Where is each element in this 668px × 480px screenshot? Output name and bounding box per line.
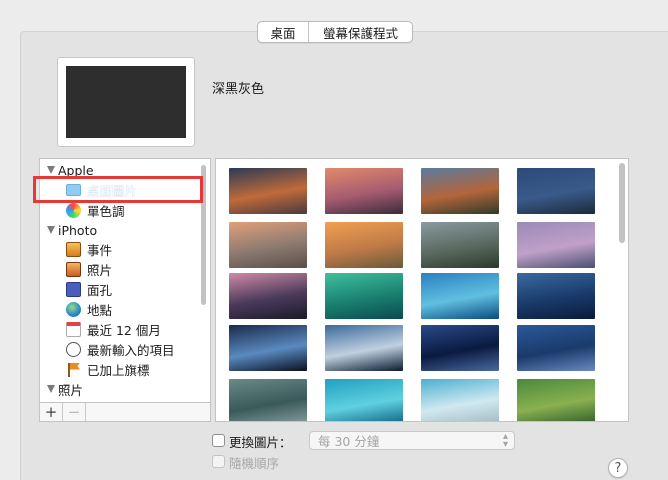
wallpaper-thumbnail[interactable]	[229, 379, 307, 421]
change-picture-checkbox[interactable]	[212, 434, 225, 447]
sidebar-item-label: 事件	[87, 242, 113, 258]
sidebar-item-label: 單色調	[87, 203, 125, 219]
sidebar-item-places[interactable]: 地點	[66, 299, 112, 319]
add-folder-button[interactable]: +	[40, 403, 63, 421]
sidebar-item-photos[interactable]: 照片	[66, 259, 112, 279]
sidebar-item-faces[interactable]: 面孔	[66, 279, 112, 299]
group-label: 照片	[58, 382, 84, 398]
random-order-checkbox[interactable]	[212, 455, 225, 468]
events-icon	[66, 241, 81, 257]
wallpaper-thumbnail[interactable]	[517, 273, 595, 319]
disclosure-triangle-icon[interactable]	[47, 385, 55, 393]
wallpaper-grid[interactable]	[215, 158, 629, 422]
sidebar-item-label: 最近 12 個月	[87, 322, 161, 338]
change-interval-value: 每 30 分鐘	[318, 434, 380, 449]
help-button[interactable]: ?	[608, 458, 628, 478]
sidebar-item-last-import[interactable]: 最新輸入的項目	[66, 339, 175, 359]
sidebar-item-label: 照片	[87, 262, 113, 278]
calendar-icon	[66, 321, 81, 337]
faces-icon	[66, 281, 81, 297]
disclosure-triangle-icon[interactable]	[47, 226, 55, 234]
wallpaper-thumbnail[interactable]	[421, 325, 499, 371]
chevron-updown-icon: ▴ ▾	[502, 431, 508, 450]
wallpaper-thumbnail[interactable]	[229, 273, 307, 319]
change-interval-select[interactable]: 每 30 分鐘 ▴ ▾	[309, 431, 515, 450]
photos-icon	[66, 261, 81, 277]
wallpaper-thumbnail[interactable]	[421, 222, 499, 268]
sidebar-item-flagged[interactable]: 已加上旗標	[66, 359, 150, 379]
wallpaper-thumbnail[interactable]	[517, 325, 595, 371]
wallpaper-thumbnail[interactable]	[421, 168, 499, 214]
disclosure-triangle-icon[interactable]	[47, 166, 55, 174]
wallpaper-thumbnail[interactable]	[517, 168, 595, 214]
globe-icon	[66, 301, 81, 317]
color-wheel-icon	[66, 202, 81, 218]
wallpaper-grid-scrollbar[interactable]	[619, 163, 625, 243]
selection-highlight-box	[33, 176, 203, 203]
import-icon	[66, 341, 81, 357]
wallpaper-thumbnail[interactable]	[229, 168, 307, 214]
wallpaper-thumbnail[interactable]	[517, 222, 595, 268]
group-iphoto[interactable]: iPhoto	[47, 220, 97, 240]
sidebar-item-events[interactable]: 事件	[66, 239, 112, 259]
remove-folder-button[interactable]: −	[63, 403, 86, 421]
group-photos[interactable]: 照片	[47, 379, 83, 399]
tab-screensaver[interactable]: 螢幕保護程式	[309, 22, 412, 42]
wallpaper-thumbnail[interactable]	[421, 379, 499, 421]
wallpaper-thumbnail[interactable]	[229, 325, 307, 371]
sidebar-item-last-12-months[interactable]: 最近 12 個月	[66, 319, 161, 339]
tab-bar: 桌面 螢幕保護程式	[257, 21, 413, 43]
wallpaper-thumbnail[interactable]	[325, 379, 403, 421]
wallpaper-thumbnail[interactable]	[325, 325, 403, 371]
wallpaper-thumbnail[interactable]	[421, 273, 499, 319]
wallpaper-thumbnail[interactable]	[325, 168, 403, 214]
wallpaper-thumbnail[interactable]	[325, 222, 403, 268]
wallpaper-thumbnail[interactable]	[517, 379, 595, 421]
change-picture-label: 更換圖片：	[229, 435, 292, 450]
wallpaper-name: 深黑灰色	[212, 82, 265, 97]
group-label: iPhoto	[58, 222, 98, 238]
wallpaper-preview-image	[66, 66, 186, 138]
source-list-footer: + −	[39, 402, 211, 422]
sidebar-item-label: 地點	[87, 302, 113, 318]
wallpaper-thumbnail[interactable]	[229, 222, 307, 268]
sidebar-item-label: 最新輸入的項目	[87, 342, 175, 358]
sidebar-item-label: 面孔	[87, 282, 113, 298]
wallpaper-thumbnail[interactable]	[325, 273, 403, 319]
sidebar-item-label: 已加上旗標	[87, 362, 150, 378]
flag-icon	[66, 362, 81, 377]
sidebar-item-solid-colors[interactable]: 單色調	[66, 200, 125, 220]
wallpaper-preview	[57, 57, 195, 147]
random-order-label: 隨機順序	[229, 456, 280, 471]
tab-desktop[interactable]: 桌面	[258, 22, 309, 42]
